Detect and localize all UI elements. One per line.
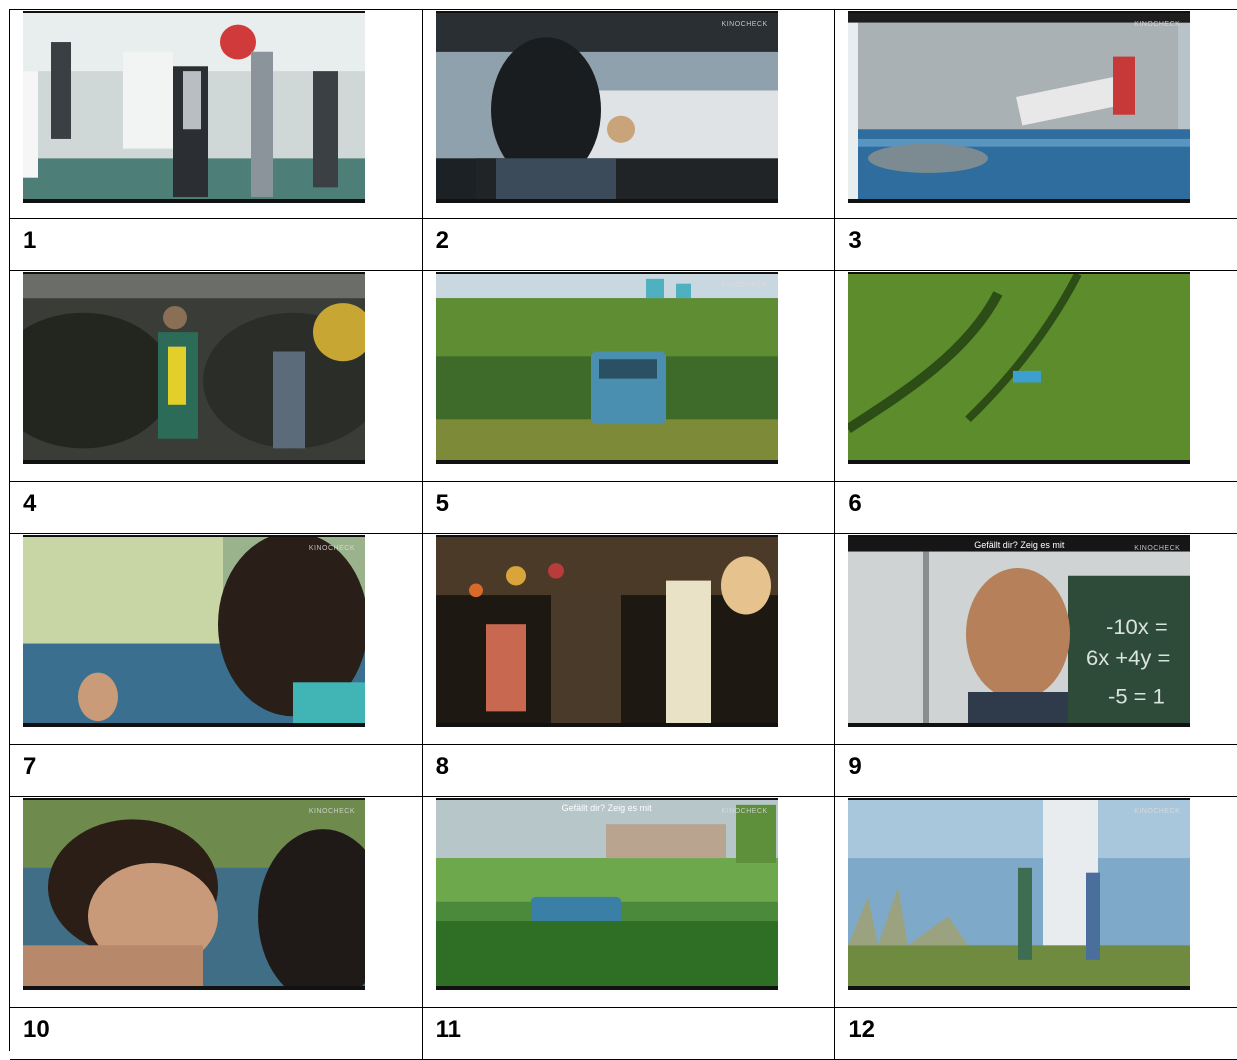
number-row: 10 11 12 bbox=[10, 1008, 1237, 1060]
film-stills-table: KINOCHECK KINOCHECK 1 2 3 KINOCHECK 4 5 … bbox=[9, 9, 1237, 1060]
image-cell bbox=[835, 271, 1237, 482]
blackboard-line-1: -10x = bbox=[1106, 614, 1168, 639]
still-12-image: KINOCHECK bbox=[848, 798, 1191, 990]
number-row: 1 2 3 bbox=[10, 219, 1237, 271]
blackboard-line-2: 6x +4y = bbox=[1086, 645, 1170, 670]
image-cell: KINOCHECK bbox=[10, 797, 423, 1008]
still-number: 12 bbox=[835, 1008, 1237, 1060]
image-cell: Gefällt dir? Zeig es mit KINOCHECK bbox=[422, 797, 836, 1008]
kinocheck-logo: KINOCHECK bbox=[1134, 21, 1181, 28]
still-7-image: KINOCHECK bbox=[23, 535, 365, 727]
kinocheck-logo: KINOCHECK bbox=[721, 282, 768, 289]
still-number: 6 bbox=[835, 482, 1237, 534]
kinocheck-logo: KINOCHECK bbox=[721, 21, 768, 28]
still-10-image: KINOCHECK bbox=[23, 798, 365, 990]
still-5-image: KINOCHECK bbox=[435, 272, 778, 464]
still-11-image: Gefällt dir? Zeig es mit KINOCHECK bbox=[435, 798, 778, 990]
image-row: KINOCHECK bbox=[10, 271, 1237, 482]
still-number: 10 bbox=[10, 1008, 423, 1060]
still-number: 5 bbox=[422, 482, 836, 534]
still-4-image bbox=[23, 272, 365, 464]
number-row: 4 5 6 bbox=[10, 482, 1237, 534]
still-6-image bbox=[848, 272, 1191, 464]
image-cell: KINOCHECK bbox=[835, 10, 1237, 219]
image-row: KINOCHECK KINOCHECK bbox=[10, 10, 1237, 219]
still-8-image bbox=[435, 535, 778, 727]
image-cell bbox=[422, 534, 836, 745]
image-cell bbox=[10, 10, 423, 219]
image-cell: KINOCHECK bbox=[422, 271, 836, 482]
image-cell: KINOCHECK bbox=[422, 10, 836, 219]
still-number: 1 bbox=[10, 219, 423, 271]
still-number: 3 bbox=[835, 219, 1237, 271]
image-cell: KINOCHECK bbox=[10, 534, 423, 745]
image-row: KINOCHECK bbox=[10, 534, 1237, 745]
still-2-image: KINOCHECK bbox=[435, 11, 778, 203]
still-3-image: KINOCHECK bbox=[848, 11, 1191, 203]
kinocheck-logo: KINOCHECK bbox=[721, 808, 768, 815]
still-number: 7 bbox=[10, 745, 423, 797]
still-9-image: -10x = 6x +4y = -5 = 1 Gefällt dir? Zeig… bbox=[848, 535, 1191, 727]
image-cell: KINOCHECK bbox=[835, 797, 1237, 1008]
image-row: KINOCHECK Gefällt dir? Zeig es mit KINOC… bbox=[10, 797, 1237, 1008]
kinocheck-logo: KINOCHECK bbox=[308, 808, 355, 815]
still-number: 11 bbox=[422, 1008, 836, 1060]
still-number: 9 bbox=[835, 745, 1237, 797]
kinocheck-logo: KINOCHECK bbox=[1134, 545, 1181, 552]
still-number: 2 bbox=[422, 219, 836, 271]
image-cell bbox=[10, 271, 423, 482]
number-row: 7 8 9 bbox=[10, 745, 1237, 797]
still-number: 4 bbox=[10, 482, 423, 534]
still-number: 8 bbox=[422, 745, 836, 797]
kinocheck-logo: KINOCHECK bbox=[308, 545, 355, 552]
image-cell: -10x = 6x +4y = -5 = 1 Gefällt dir? Zeig… bbox=[835, 534, 1237, 745]
kinocheck-logo: KINOCHECK bbox=[1134, 808, 1181, 815]
blackboard-line-3: -5 = 1 bbox=[1108, 684, 1165, 709]
still-1-image bbox=[23, 11, 365, 203]
